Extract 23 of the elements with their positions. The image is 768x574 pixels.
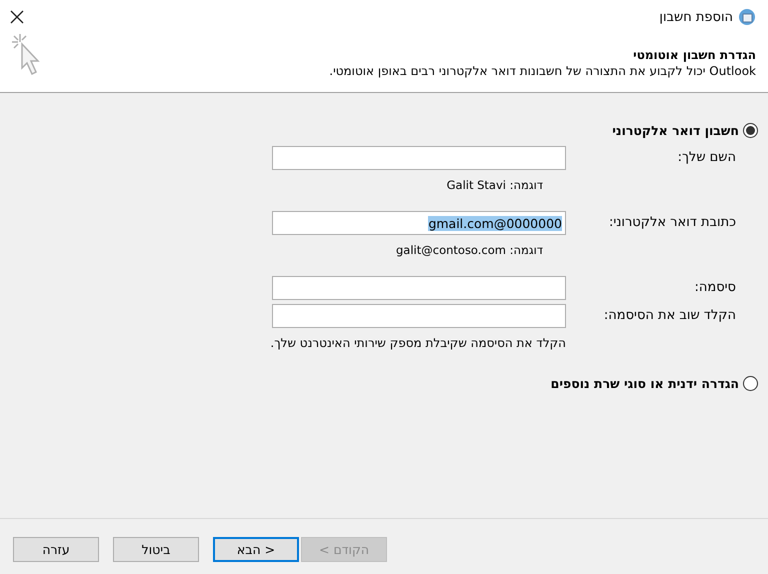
radio-button[interactable] [743,123,758,138]
radio-button[interactable] [743,376,758,391]
example-text: דוגמה: galit@contoso.com [395,242,544,259]
dialog-button[interactable]: הבא > [213,537,299,562]
close-icon[interactable] [10,10,24,24]
option-label: חשבון דואר אלקטרוני [612,123,739,138]
dialog-button[interactable]: ביטול [113,537,199,562]
field-label: השם שלך: [676,149,736,167]
field-label: הקלד שוב את הסיסמה: [602,307,736,325]
example-text: דוגמה: Galit Stavi [446,177,544,194]
hint-text: הקלד את הסיסמה שקיבלת מספק שירותי האינטרנט שלך. [270,335,566,350]
header-description: Outlook יכול לקבוע את התצורה של חשבונות דואר אלקטרוני רבים באופן אוטומטי. [329,64,756,78]
input-field[interactable]: gmail.com@0000000 [272,211,566,235]
field-label: סיסמה: [694,279,736,297]
window-title: הוספת חשבון [659,10,733,24]
input-field[interactable] [272,146,566,170]
option-label: הגדרה ידנית או סוגי שרת נוספים [550,376,739,391]
field-label: כתובת דואר אלקטרוני: [608,214,736,232]
header-title: הגדרת חשבון אוטומטי [633,48,756,62]
dialog-button[interactable]: עזרה [13,537,99,562]
input-field[interactable] [272,304,566,328]
app-icon [738,8,756,26]
input-field[interactable] [272,276,566,300]
